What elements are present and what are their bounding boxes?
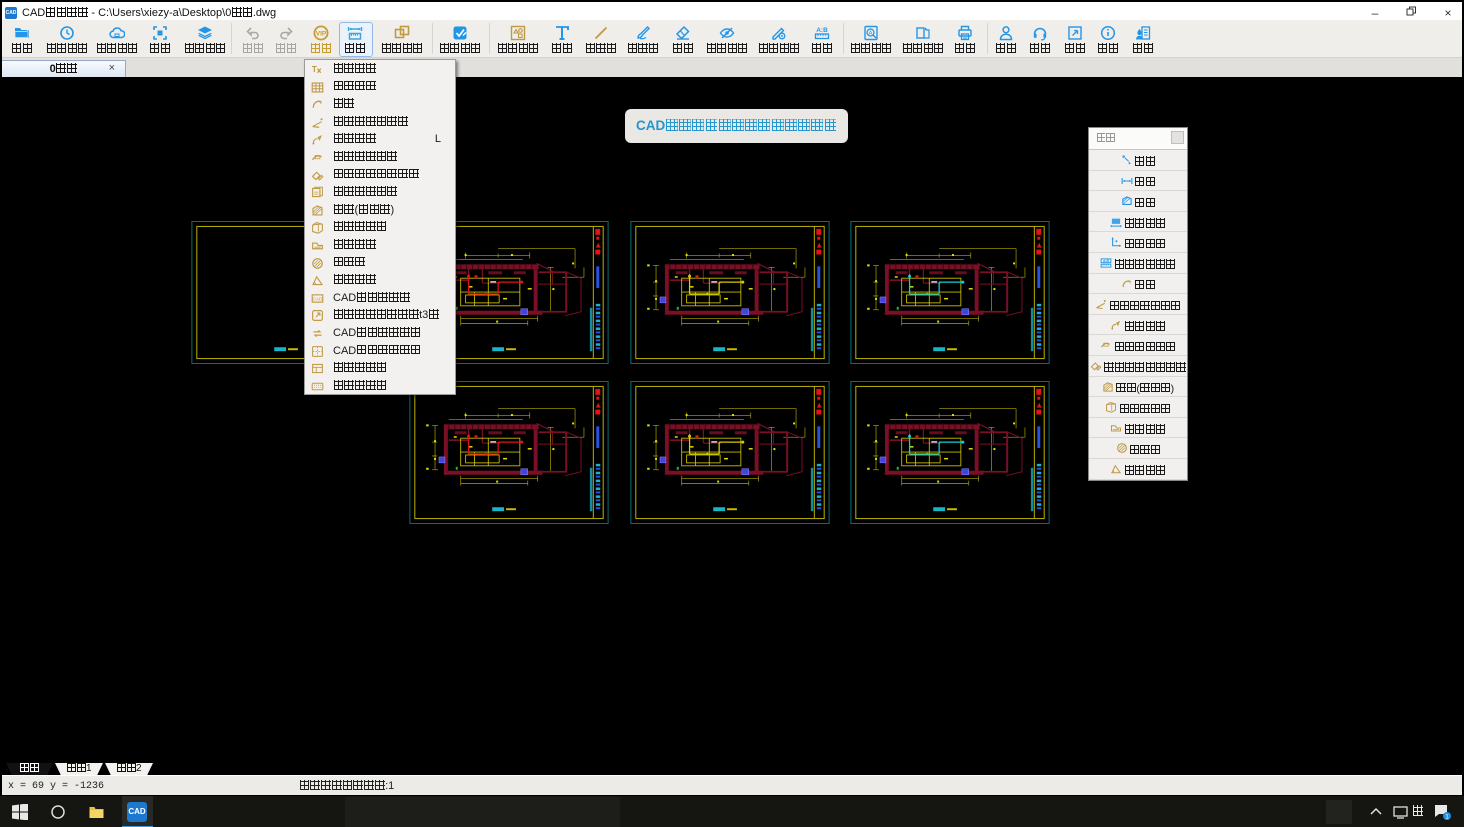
svg-text:A:B: A:B [816,27,828,34]
svg-text:A:B: A:B [1103,259,1110,263]
svg-text:T: T [312,65,317,74]
svg-text:VIP: VIP [316,31,327,38]
svg-text:1: 1 [1445,814,1449,821]
svg-text:A: A [869,31,873,37]
svg-text:CAD: CAD [313,296,322,301]
